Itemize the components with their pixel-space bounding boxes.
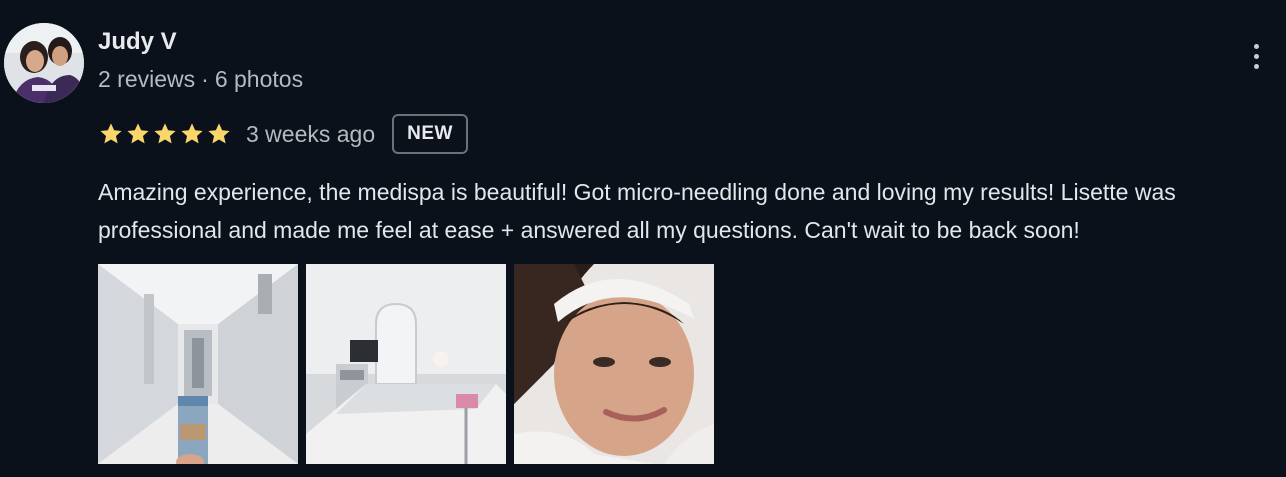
more-options-button[interactable]	[1238, 36, 1274, 76]
rating-row: 3 weeks ago NEW	[98, 112, 468, 156]
hallway-photo	[98, 264, 298, 464]
review-time: 3 weeks ago	[246, 120, 376, 147]
star-icon	[208, 123, 230, 144]
author-meta: 2 reviews · 6 photos	[98, 66, 303, 93]
review-photo-2[interactable]	[306, 264, 506, 464]
meta-separator: ·	[201, 66, 209, 92]
more-vert-icon-dot	[1253, 63, 1259, 69]
new-badge: NEW	[392, 114, 468, 154]
star-icon	[181, 123, 203, 144]
review-text: Amazing experience, the medispa is beaut…	[98, 179, 1176, 243]
star-icon	[127, 123, 149, 144]
star-rating	[98, 121, 232, 147]
more-vert-icon	[1253, 43, 1259, 49]
review-photo-3[interactable]	[514, 264, 714, 464]
more-vert-icon-dot	[1253, 53, 1259, 59]
review-card: Judy V 2 reviews · 6 photos 3 weeks ago NE…	[0, 0, 1286, 477]
treatment-room-photo	[306, 264, 506, 464]
review-photo-1[interactable]	[98, 264, 298, 464]
author-review-count: 2 reviews	[98, 66, 196, 92]
author-avatar[interactable]	[4, 23, 84, 103]
review-photos	[98, 264, 714, 464]
selfie-photo	[514, 264, 714, 464]
star-icon	[154, 123, 176, 144]
author-photo-count: 6 photos	[214, 66, 304, 92]
star-icon	[100, 123, 122, 144]
author-name[interactable]: Judy V	[98, 28, 177, 56]
avatar-photo	[4, 23, 84, 103]
